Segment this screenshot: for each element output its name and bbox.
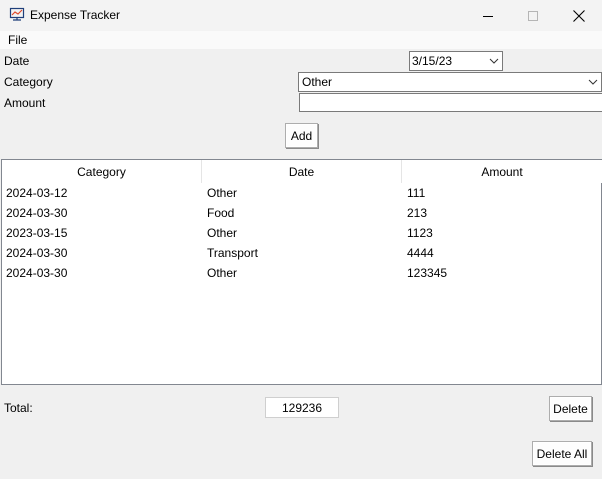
expense-tracker-app-icon [9,7,25,21]
maximize-button[interactable] [510,0,556,31]
table-row[interactable]: 2024-03-12 Other 111 [2,183,602,203]
table-cell: Other [207,186,238,200]
expense-tracker-window: Expense Tracker File Date 3/15/23 Catego… [0,0,602,479]
chevron-down-icon [588,79,598,85]
table-cell: Other [207,226,238,240]
menu-bar: File [0,31,602,49]
amount-label: Amount [4,96,46,110]
table-cell: 2023-03-15 [6,226,68,240]
table-cell: Transport [207,246,258,260]
close-icon [573,9,585,22]
table-cell: 4444 [407,246,434,260]
table-cell: 123345 [407,266,448,280]
minimize-button[interactable] [465,0,511,31]
chevron-down-icon [489,58,499,64]
table-cell: Food [207,206,235,220]
category-select[interactable]: Other [298,72,602,92]
title-bar[interactable]: Expense Tracker [0,0,602,31]
column-header-category[interactable]: Category [2,160,202,183]
category-label: Category [4,75,53,89]
table-cell: 2024-03-30 [6,206,68,220]
delete-all-button[interactable]: Delete All [532,441,592,466]
table-header: Category Date Amount [2,160,602,183]
table-row[interactable]: 2024-03-30 Other 123345 [2,263,602,283]
table-cell: 1123 [407,226,433,240]
minimize-icon [483,15,493,17]
total-value: 129236 [265,397,339,418]
date-value: 3/15/23 [412,54,453,68]
table-cell: 111 [407,186,426,200]
date-label: Date [4,54,30,68]
table-row[interactable]: 2024-03-30 Transport 4444 [2,243,602,263]
menu-file[interactable]: File [8,33,27,47]
column-header-amount[interactable]: Amount [402,160,602,183]
table-row[interactable]: 2023-03-15 Other 1123 [2,223,602,243]
table-cell: 2024-03-30 [6,266,68,280]
table-cell: 2024-03-30 [6,246,68,260]
column-header-date[interactable]: Date [202,160,402,183]
table-row[interactable]: 2024-03-30 Food 213 [2,203,602,223]
total-label: Total: [4,401,33,415]
table-cell: Other [207,266,238,280]
category-value: Other [302,75,333,89]
close-button[interactable] [556,0,602,31]
table-cell: 213 [407,206,428,220]
delete-button[interactable]: Delete [549,396,592,421]
maximize-icon [528,10,538,21]
window-title: Expense Tracker [30,8,121,22]
add-button[interactable]: Add [285,123,318,148]
table-cell: 2024-03-12 [6,186,68,200]
date-picker[interactable]: 3/15/23 [409,51,503,71]
amount-input[interactable] [299,93,602,112]
expense-table[interactable]: Category Date Amount 2024-03-12 Other 11… [1,159,602,385]
